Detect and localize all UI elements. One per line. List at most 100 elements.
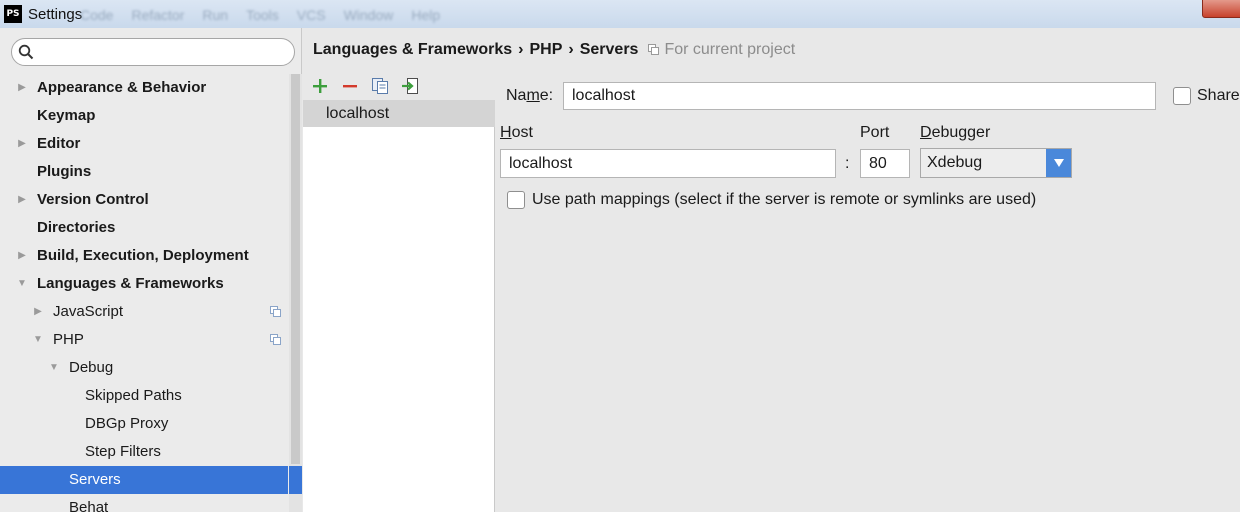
tree-item-keymap[interactable]: Keymap <box>0 102 288 130</box>
tree-item-behat[interactable]: Behat <box>0 494 288 512</box>
breadcrumb-separator: › <box>568 41 574 58</box>
background-menu-bar: Code Refactor Run Tools VCS Window Help <box>80 7 440 23</box>
expand-arrow-icon[interactable]: ▶ <box>16 130 28 158</box>
server-name-input[interactable] <box>563 82 1156 110</box>
ghost-menu-item: Run <box>202 7 229 23</box>
window-title: Settings <box>28 5 83 23</box>
expand-arrow-icon[interactable]: ▶ <box>16 242 28 270</box>
path-mappings-label: Use path mappings (select if the server … <box>532 191 1037 208</box>
window-close-button[interactable] <box>1202 0 1240 18</box>
server-list-toolbar <box>303 72 495 100</box>
breadcrumb: Languages & Frameworks › PHP › Servers F… <box>303 28 1240 72</box>
project-scope-icon <box>648 44 660 55</box>
collapse-arrow-icon[interactable]: ▼ <box>16 270 28 298</box>
search-icon <box>18 44 34 60</box>
name-label: Name: <box>506 87 553 105</box>
path-mappings-checkbox[interactable] <box>507 191 525 209</box>
project-scope-icon <box>270 334 281 345</box>
port-label: Port <box>860 124 890 141</box>
tree-item-step-filters[interactable]: Step Filters <box>0 438 288 466</box>
tree-item-version-control[interactable]: ▶ Version Control <box>0 186 288 214</box>
shared-label: Share <box>1197 87 1240 104</box>
dropdown-button[interactable] <box>1046 149 1071 177</box>
host-label: Host <box>500 124 533 142</box>
debugger-selected-value: Xdebug <box>927 154 983 171</box>
ghost-menu-item: VCS <box>296 7 326 23</box>
collapse-arrow-icon[interactable]: ▼ <box>32 326 44 354</box>
window-titlebar: PS Settings Code Refactor Run Tools VCS … <box>0 0 1240 28</box>
server-list-panel: localhost <box>303 72 495 512</box>
copy-icon <box>372 78 388 94</box>
tree-item-directories[interactable]: Directories <box>0 214 288 242</box>
expand-arrow-icon[interactable]: ▶ <box>16 186 28 214</box>
expand-arrow-icon[interactable]: ▶ <box>32 298 44 326</box>
tree-item-label: Version Control <box>37 191 149 208</box>
add-server-button[interactable] <box>309 75 331 97</box>
sidebar-scrollbar[interactable] <box>289 74 302 512</box>
ghost-menu-item: Tools <box>246 7 279 23</box>
tree-item-label: Plugins <box>37 163 92 180</box>
tree-item-build[interactable]: ▶ Build, Execution, Deployment <box>0 242 288 270</box>
ghost-menu-item: Help <box>411 7 441 23</box>
tree-item-label: Skipped Paths <box>85 387 182 404</box>
name-label-part: Na <box>506 87 527 104</box>
tree-item-php[interactable]: ▼ PHP <box>0 326 288 354</box>
expand-arrow-icon[interactable]: ▶ <box>16 74 28 102</box>
tree-item-javascript[interactable]: ▶ JavaScript <box>0 298 288 326</box>
port-input[interactable] <box>860 149 910 178</box>
tree-item-plugins[interactable]: Plugins <box>0 158 288 186</box>
debugger-label-mnemonic: D <box>920 124 932 141</box>
tree-item-languages-frameworks[interactable]: ▼ Languages & Frameworks <box>0 270 288 298</box>
tree-item-servers[interactable]: Servers <box>0 466 288 494</box>
host-port-colon: : <box>845 155 850 172</box>
tree-item-debug[interactable]: ▼ Debug <box>0 354 288 382</box>
name-label-part: e: <box>539 87 554 104</box>
import-icon <box>402 78 418 94</box>
name-label-mnemonic: m <box>526 87 540 104</box>
remove-server-button[interactable] <box>339 75 361 97</box>
chevron-down-icon <box>1053 159 1064 167</box>
tree-item-label: DBGp Proxy <box>85 415 169 432</box>
tree-item-editor[interactable]: ▶ Editor <box>0 130 288 158</box>
tree-item-label: Appearance & Behavior <box>37 79 207 96</box>
debugger-select[interactable]: Xdebug <box>920 148 1072 178</box>
tree-item-label: Directories <box>37 219 116 236</box>
import-server-button[interactable] <box>399 75 421 97</box>
host-input[interactable] <box>500 149 836 178</box>
collapse-arrow-icon[interactable]: ▼ <box>48 354 60 382</box>
tree-item-appearance[interactable]: ▶ Appearance & Behavior <box>0 74 288 102</box>
plus-icon <box>313 79 327 93</box>
breadcrumb-item: Servers <box>579 41 639 58</box>
tree-item-skipped-paths[interactable]: Skipped Paths <box>0 382 288 410</box>
tree-item-label: Editor <box>37 135 81 152</box>
tree-item-label: Build, Execution, Deployment <box>37 247 249 264</box>
breadcrumb-item: PHP <box>529 41 563 58</box>
selection-highlight <box>289 466 302 494</box>
scrollbar-thumb[interactable] <box>291 74 300 464</box>
host-label-part: ost <box>511 124 533 141</box>
tree-item-label: Behat <box>69 499 109 512</box>
settings-search-input[interactable] <box>11 38 295 66</box>
ghost-menu-item: Window <box>343 7 394 23</box>
copy-server-button[interactable] <box>369 75 391 97</box>
tree-item-dbgp-proxy[interactable]: DBGp Proxy <box>0 410 288 438</box>
scope-indicator: For current project <box>648 41 795 59</box>
tree-item-label: Keymap <box>37 107 96 124</box>
tree-item-label: PHP <box>53 331 84 348</box>
server-list-item[interactable]: localhost <box>303 100 495 127</box>
tree-item-label: JavaScript <box>53 303 124 320</box>
scope-label: For current project <box>664 41 796 58</box>
project-scope-icon <box>270 306 281 317</box>
shared-checkbox[interactable] <box>1173 87 1191 105</box>
debugger-label-part: ebugger <box>931 124 991 141</box>
debugger-label: Debugger <box>920 124 990 142</box>
breadcrumb-item: Languages & Frameworks <box>313 41 513 58</box>
ghost-menu-item: Code <box>80 7 114 23</box>
tree-item-label: Servers <box>69 471 121 488</box>
minus-icon <box>343 85 357 88</box>
ghost-menu-item: Refactor <box>131 7 185 23</box>
phpstorm-logo-icon: PS <box>4 5 22 23</box>
tree-item-label: Languages & Frameworks <box>37 275 224 292</box>
breadcrumb-separator: › <box>518 41 524 58</box>
tree-item-label: Debug <box>69 359 114 376</box>
